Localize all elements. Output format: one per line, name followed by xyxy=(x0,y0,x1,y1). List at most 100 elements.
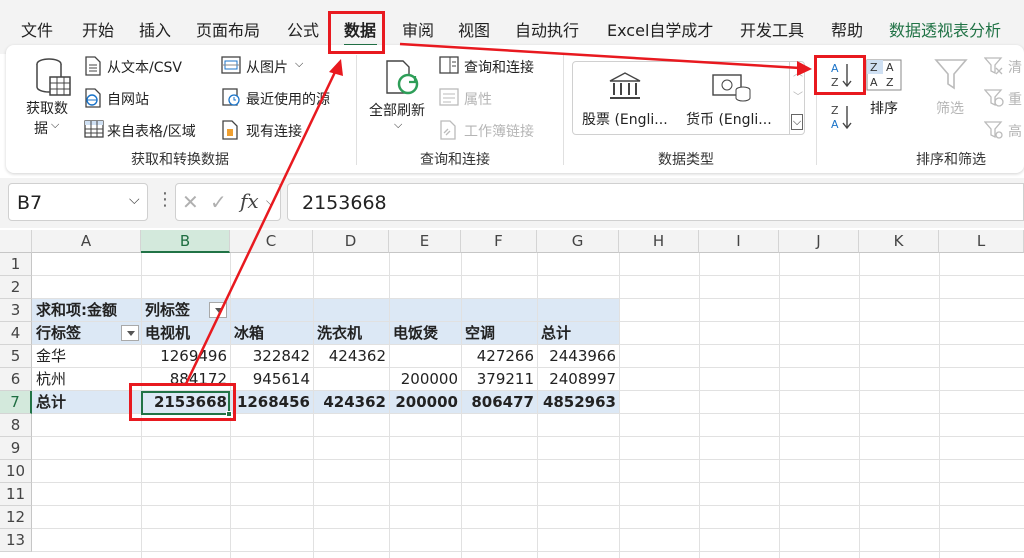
column-header-k[interactable]: K xyxy=(859,230,939,253)
row-header-2[interactable]: 2 xyxy=(0,276,32,299)
more-options-icon[interactable]: ⋮ xyxy=(156,189,174,210)
pivot-column-label[interactable]: 列标签 xyxy=(145,299,190,322)
column-header-b[interactable]: B xyxy=(141,230,230,253)
menu-automate[interactable]: 自动执行 xyxy=(515,17,579,41)
menu-view[interactable]: 视图 xyxy=(458,17,490,41)
chevron-up-icon[interactable]: ︿ xyxy=(793,64,803,79)
reapply-label: 重 xyxy=(1008,92,1022,108)
gridline xyxy=(32,505,1024,506)
row-header-6[interactable]: 6 xyxy=(0,368,32,391)
currency-icon xyxy=(712,74,751,102)
pivot-cell[interactable]: 2408997 xyxy=(537,368,616,391)
pivot-cell[interactable] xyxy=(313,368,386,391)
pivot-cell[interactable]: 2443966 xyxy=(537,345,616,368)
gallery-scroll[interactable]: ︿ ﹀ ⌵ xyxy=(789,61,805,135)
column-header-h[interactable]: H xyxy=(619,230,699,253)
cancel-icon[interactable]: ✕ xyxy=(182,190,199,214)
group-label-data-types: 数据类型 xyxy=(658,152,714,168)
menu-insert[interactable]: 插入 xyxy=(139,17,171,41)
row-header-10[interactable]: 10 xyxy=(0,460,32,483)
column-header-f[interactable]: F xyxy=(461,230,537,253)
chevron-down-icon: ⌵ xyxy=(295,57,304,70)
gallery-expand-icon[interactable]: ⌵ xyxy=(791,114,803,130)
pivot-total-label[interactable]: 总计 xyxy=(36,391,66,414)
row-header-1[interactable]: 1 xyxy=(0,253,32,276)
pivot-cell[interactable]: 200000 xyxy=(389,368,458,391)
column-header-l[interactable]: L xyxy=(939,230,1024,253)
select-all-corner[interactable] xyxy=(0,230,32,253)
pivot-total-cell[interactable]: 806477 xyxy=(461,391,534,414)
column-header-j[interactable]: J xyxy=(779,230,859,253)
column-header-a[interactable]: A xyxy=(32,230,141,253)
row-header-4[interactable]: 4 xyxy=(0,322,32,345)
column-header-d[interactable]: D xyxy=(313,230,389,253)
currencies-label: 货币 (Engli... xyxy=(686,112,772,128)
svg-text:Z: Z xyxy=(831,104,839,117)
menu-developer[interactable]: 开发工具 xyxy=(740,17,804,41)
menu-help[interactable]: 帮助 xyxy=(831,17,863,41)
pivot-header-tv[interactable]: 电视机 xyxy=(145,322,190,345)
pivot-sum-label[interactable]: 求和项:金额 xyxy=(36,299,117,322)
menu-pivot-analyze[interactable]: 数据透视表分析 xyxy=(889,17,1001,41)
pivot-cell[interactable]: 427266 xyxy=(461,345,534,368)
row-header-11[interactable]: 11 xyxy=(0,483,32,506)
row-header-7[interactable]: 7 xyxy=(0,391,32,414)
filter-funnel-icon xyxy=(934,59,968,90)
row-header-5[interactable]: 5 xyxy=(0,345,32,368)
column-header-e[interactable]: E xyxy=(389,230,461,253)
pivot-cell[interactable]: 322842 xyxy=(230,345,310,368)
chevron-down-icon[interactable]: ﹀ xyxy=(793,88,803,103)
chevron-down-icon: ⌵ xyxy=(394,118,403,131)
svg-text:Z: Z xyxy=(870,61,878,74)
row-header-9[interactable]: 9 xyxy=(0,437,32,460)
row-header-3[interactable]: 3 xyxy=(0,299,32,322)
column-header-i[interactable]: I xyxy=(699,230,779,253)
svg-text:A: A xyxy=(870,76,878,89)
pivot-cell[interactable]: 1269496 xyxy=(141,345,227,368)
pivot-cell[interactable] xyxy=(389,345,458,368)
pivot-row-label[interactable]: 行标签 xyxy=(36,322,81,345)
pivot-cell[interactable]: 945614 xyxy=(230,368,310,391)
name-box[interactable]: B7 ⌵ xyxy=(8,183,148,221)
column-filter-dropdown[interactable] xyxy=(209,302,227,318)
row-header-13[interactable]: 13 xyxy=(0,529,32,552)
column-header-g[interactable]: G xyxy=(537,230,619,253)
pivot-row-label-hangzhou[interactable]: 杭州 xyxy=(36,368,66,391)
link-file-icon xyxy=(440,120,456,140)
pivot-total-cell[interactable]: 1268456 xyxy=(230,391,310,414)
pivot-cell[interactable]: 424362 xyxy=(313,345,386,368)
menu-review[interactable]: 审阅 xyxy=(402,17,434,41)
filter-label: 筛选 xyxy=(936,101,964,117)
name-box-value: B7 xyxy=(17,192,43,214)
pivot-header-total[interactable]: 总计 xyxy=(541,322,571,345)
chevron-down-icon[interactable]: ⌵ xyxy=(129,192,140,208)
pivot-header-washer[interactable]: 洗衣机 xyxy=(317,322,362,345)
menu-file[interactable]: 文件 xyxy=(21,17,53,41)
gridline xyxy=(32,551,1024,552)
pivot-header-fridge[interactable]: 冰箱 xyxy=(234,322,264,345)
confirm-icon[interactable]: ✓ xyxy=(210,190,227,214)
pivot-total-cell[interactable]: 424362 xyxy=(313,391,386,414)
row-header-8[interactable]: 8 xyxy=(0,414,32,437)
pivot-total-cell[interactable]: 200000 xyxy=(389,391,458,414)
pivot-cell[interactable]: 379211 xyxy=(461,368,534,391)
menu-formulas[interactable]: 公式 xyxy=(287,17,319,41)
pivot-header-ac[interactable]: 空调 xyxy=(465,322,495,345)
refresh-icon xyxy=(386,60,419,95)
sort-descending-icon: Z A xyxy=(831,104,852,131)
menu-home[interactable]: 开始 xyxy=(82,17,114,41)
insert-function-icon[interactable]: fx xyxy=(240,189,259,213)
pivot-total-cell[interactable]: 4852963 xyxy=(537,391,616,414)
ribbon: 获取数 据 ⌵ 从文本/CSV 自网站 来自表格/区域 从图片 ⌵ 最近使用的源… xyxy=(6,45,1024,173)
pivot-header-rice-cooker[interactable]: 电饭煲 xyxy=(393,322,438,345)
row-filter-dropdown[interactable] xyxy=(121,325,139,341)
group-separator xyxy=(356,55,357,165)
row-header-12[interactable]: 12 xyxy=(0,506,32,529)
web-page-icon xyxy=(85,88,101,108)
menu-page-layout[interactable]: 页面布局 xyxy=(196,17,260,41)
chevron-down-icon[interactable]: ⌵ xyxy=(266,194,275,209)
formula-input[interactable]: 2153668 xyxy=(287,183,1024,221)
menu-excel-self-study[interactable]: Excel自学成才 xyxy=(607,17,713,41)
pivot-row-label-jinhua[interactable]: 金华 xyxy=(36,345,66,368)
column-header-c[interactable]: C xyxy=(230,230,313,253)
